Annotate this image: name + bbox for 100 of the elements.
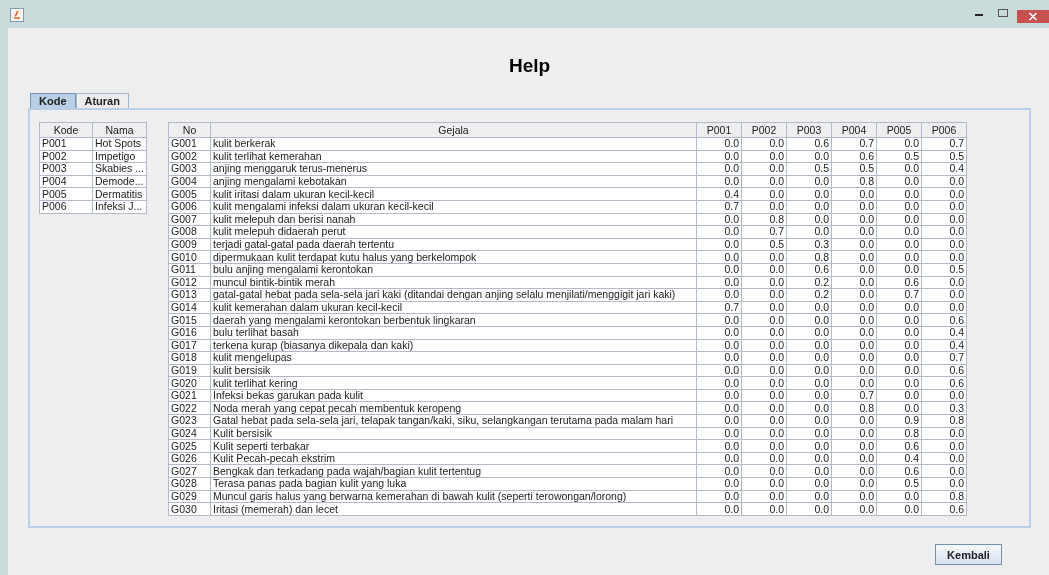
table-cell: 0.2 — [786, 288, 832, 302]
table-cell: G029 — [168, 490, 211, 503]
table-cell: 0.0 — [786, 351, 832, 365]
column-header[interactable]: Gejala — [210, 122, 697, 138]
column-header[interactable]: P001 — [696, 122, 742, 138]
table-cell: 0.0 — [921, 439, 967, 453]
table-cell: 0.0 — [696, 276, 742, 289]
table-cell: 0.0 — [921, 464, 967, 478]
column-header[interactable]: Kode — [39, 122, 93, 138]
table-cell: 0.0 — [696, 439, 742, 453]
table-cell: 0.4 — [876, 452, 922, 465]
table-cell: 0.0 — [921, 288, 967, 302]
table-cell: 0.0 — [876, 213, 922, 226]
table-cell: P004 — [39, 175, 93, 188]
table-cell: G021 — [168, 389, 211, 402]
table-cell: P005 — [39, 187, 93, 201]
table-cell: 0.0 — [831, 276, 877, 289]
table-cell: 0.6 — [876, 276, 922, 289]
table-cell: 0.7 — [921, 351, 967, 365]
table-cell: Gatal hebat pada sela-sela jari, telapak tangan/kaki, siku, selangkangan terutama pada malam hari — [210, 414, 697, 428]
table-cell: 0.0 — [786, 452, 832, 465]
table-cell: 0.0 — [786, 326, 832, 339]
table-cell: G022 — [168, 401, 211, 415]
table-cell: 0.0 — [921, 477, 967, 491]
table-cell: 0.6 — [921, 502, 967, 516]
table-cell: G027 — [168, 464, 211, 478]
table-cell: 0.0 — [696, 288, 742, 302]
table-cell: 0.0 — [696, 263, 742, 277]
table-cell: 0.7 — [696, 200, 742, 214]
table-cell: 0.0 — [741, 150, 787, 163]
column-header[interactable]: P006 — [921, 122, 967, 138]
table-cell: 0.7 — [741, 225, 787, 239]
table-cell: G004 — [168, 175, 211, 188]
table-cell: Skabies ... — [92, 162, 147, 176]
column-header[interactable]: P003 — [786, 122, 832, 138]
table-cell: G017 — [168, 339, 211, 352]
table-cell: 0.9 — [876, 414, 922, 428]
table-cell: kulit iritasi dalam ukuran kecil-kecil — [210, 187, 697, 201]
table-cell: 0.0 — [696, 225, 742, 239]
table-cell: 0.4 — [921, 339, 967, 352]
table-cell: 0.4 — [921, 326, 967, 339]
table-cell: 0.0 — [831, 301, 877, 314]
table-cell: 0.0 — [741, 389, 787, 402]
back-button[interactable]: Kembali — [935, 544, 1002, 565]
table-cell: kulit melepuh didaerah perut — [210, 225, 697, 239]
table-cell: kulit mengalami infeksi dalam ukuran kecil-kecil — [210, 200, 697, 214]
table-cell: 0.7 — [696, 301, 742, 314]
table-cell: 0.0 — [741, 364, 787, 377]
table-cell: anjing mengalami kebotakan — [210, 175, 697, 188]
table-cell: 0.0 — [696, 326, 742, 339]
table-cell: P003 — [39, 162, 93, 176]
table-cell: 0.0 — [831, 439, 877, 453]
table-cell: 0.0 — [876, 250, 922, 264]
table-cell: 0.6 — [786, 263, 832, 277]
table-cell: 0.0 — [696, 452, 742, 465]
table-cell: gatal-gatal hebat pada sela-sela jari kaki (ditandai dengan anjing selalu menjilati/menggigit jari kaki) — [210, 288, 697, 302]
close-icon[interactable] — [1017, 10, 1049, 23]
table-cell: 0.0 — [831, 490, 877, 503]
table-cell: 0.0 — [921, 175, 967, 188]
table-cell: 0.0 — [786, 376, 832, 390]
table-cell: 0.0 — [921, 187, 967, 201]
table-cell: 0.0 — [786, 150, 832, 163]
table-cell: 0.4 — [696, 187, 742, 201]
table-cell: 0.0 — [741, 187, 787, 201]
table-cell: 0.0 — [696, 351, 742, 365]
table-cell: P006 — [39, 200, 93, 214]
column-header[interactable]: P002 — [741, 122, 787, 138]
table-cell: 0.0 — [741, 452, 787, 465]
table-cell: 0.0 — [831, 376, 877, 390]
table-cell: 0.0 — [786, 339, 832, 352]
table-cell: 0.0 — [741, 401, 787, 415]
tab[interactable]: Aturan — [75, 93, 129, 108]
table-cell: G011 — [168, 263, 211, 277]
tab[interactable]: Kode — [30, 93, 76, 108]
table-cell: Hot Spots — [92, 137, 147, 151]
table-cell: G028 — [168, 477, 211, 491]
column-header[interactable]: P005 — [876, 122, 922, 138]
table-cell: 0.0 — [876, 301, 922, 314]
table-cell: 0.0 — [786, 389, 832, 402]
table-cell: 0.0 — [786, 175, 832, 188]
table-cell: 0.0 — [786, 301, 832, 314]
table-cell: G013 — [168, 288, 211, 302]
table-cell: 0.0 — [696, 238, 742, 251]
table-cell: 0.7 — [831, 389, 877, 402]
table-cell: anjing menggaruk terus-menerus — [210, 162, 697, 176]
column-header[interactable]: P004 — [831, 122, 877, 138]
table-cell: Infeksi J... — [92, 200, 147, 214]
table-cell: G014 — [168, 301, 211, 314]
table-cell: 0.0 — [876, 502, 922, 516]
table-cell: terjadi gatal-gatal pada daerah tertentu — [210, 238, 697, 251]
table-cell: 0.0 — [696, 213, 742, 226]
table-cell: 0.0 — [741, 313, 787, 327]
table-cell: 0.0 — [786, 502, 832, 516]
table-cell: G016 — [168, 326, 211, 339]
table-cell: 0.5 — [921, 263, 967, 277]
table-cell: 0.0 — [741, 464, 787, 478]
column-header[interactable]: Nama — [92, 122, 147, 138]
table-cell: 0.0 — [696, 162, 742, 176]
table-cell: 0.6 — [876, 464, 922, 478]
column-header[interactable]: No — [168, 122, 211, 138]
